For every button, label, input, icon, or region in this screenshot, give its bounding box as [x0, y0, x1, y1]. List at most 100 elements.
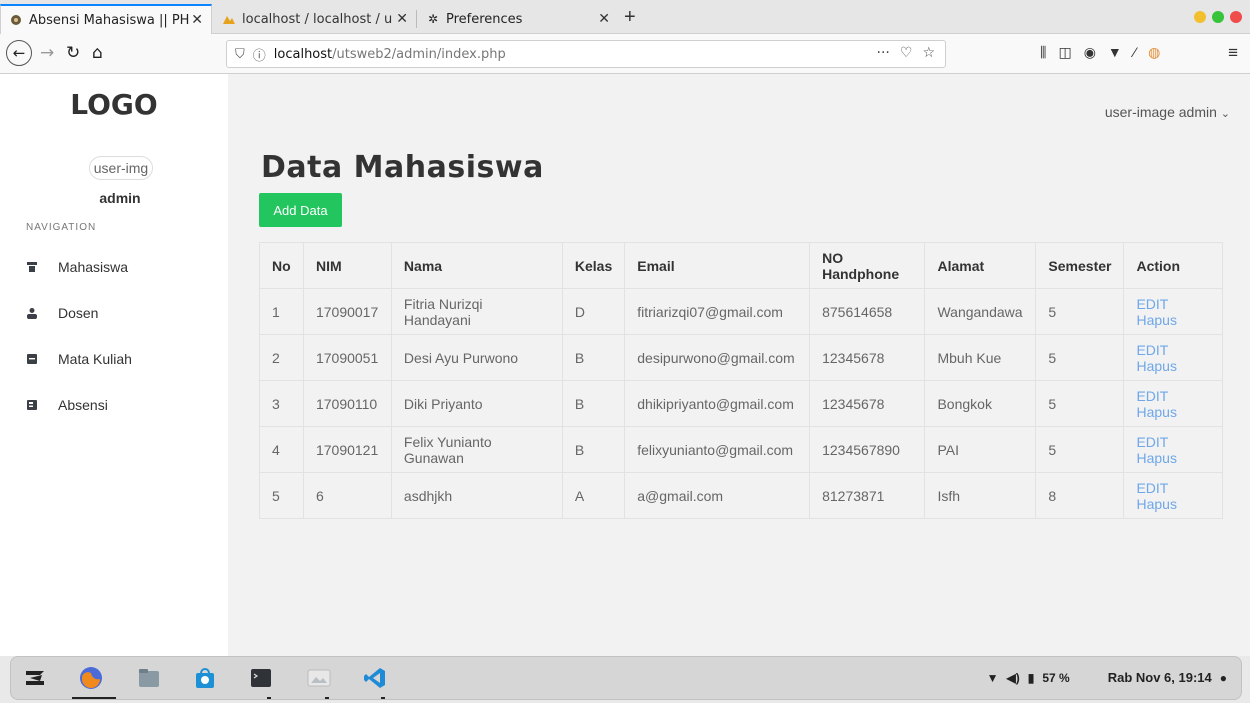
sidebar-toggle-icon[interactable]: ◫ [1058, 44, 1071, 61]
edit-link[interactable]: EDIT [1136, 388, 1168, 404]
library-icon[interactable]: ⫼ [1040, 44, 1046, 61]
avatar: user-img [89, 156, 153, 180]
cell-nama: Felix Yunianto Gunawan [390, 426, 563, 473]
sidebar-item-absensi[interactable]: Absensi [26, 394, 216, 416]
edit-link[interactable]: EDIT [1136, 296, 1168, 312]
url-bar[interactable]: ⛉ ⓘ localhost/utsweb2/admin/index.php ··… [226, 40, 946, 68]
zorin-menu-icon[interactable] [21, 665, 49, 691]
cell-phone: 875614658 [809, 288, 926, 335]
extension-shield-icon[interactable]: ◍ [1148, 44, 1160, 61]
table-row: 1 17090017 Fitria Nurizqi Handayani D fi… [259, 288, 1223, 335]
home-button[interactable]: ⌂ [92, 43, 103, 63]
sidebar: LOGO user-img admin NAVIGATION Mahasiswa… [0, 74, 228, 656]
sidebar-item-label: Mata Kuliah [58, 351, 132, 367]
tab-preferences[interactable]: ✲ Preferences ✕ [418, 4, 618, 34]
edit-link[interactable]: EDIT [1136, 434, 1168, 450]
delete-link[interactable]: Hapus [1136, 358, 1176, 374]
running-indicator [325, 697, 329, 699]
maximize-button[interactable] [1212, 11, 1224, 23]
cell-nim: 17090110 [302, 380, 392, 427]
book-icon [26, 353, 38, 365]
close-tab-icon[interactable]: ✕ [396, 11, 408, 27]
table-row: 4 17090121 Felix Yunianto Gunawan B feli… [259, 426, 1223, 473]
back-button[interactable]: ← [6, 40, 32, 66]
new-tab-button[interactable]: + [624, 6, 636, 29]
minimize-button[interactable] [1194, 11, 1206, 23]
firefox-icon[interactable] [77, 665, 105, 691]
column-header: Kelas [561, 242, 626, 289]
main-content: user-image admin ⌄ Data Mahasiswa Add Da… [228, 74, 1250, 656]
sidebar-item-dosen[interactable]: Dosen [26, 302, 216, 324]
tab-title: Preferences [446, 11, 523, 27]
tab-title: localhost / localhost / uts [242, 11, 392, 27]
cell-kelas: A [561, 472, 626, 519]
delete-link[interactable]: Hapus [1136, 312, 1176, 328]
cell-alamat: Isfh [924, 472, 1037, 519]
clock[interactable]: Rab Nov 6, 19:14 [1108, 670, 1212, 685]
page-actions-icon[interactable]: ··· [877, 45, 890, 61]
cell-no: 1 [259, 288, 304, 335]
delete-link[interactable]: Hapus [1136, 450, 1176, 466]
user-image: user-image [1104, 104, 1175, 120]
bookmark-star-icon[interactable]: ☆ [922, 45, 935, 61]
table-row: 2 17090051 Desi Ayu Purwono B desipurwon… [259, 334, 1223, 381]
person-icon [26, 307, 38, 319]
cell-semester: 5 [1035, 288, 1125, 335]
sidebar-item-mahasiswa[interactable]: Mahasiswa [26, 256, 216, 278]
column-header: Action [1123, 242, 1223, 289]
url-path: /utsweb2/admin/index.php [332, 46, 506, 62]
close-tab-icon[interactable]: ✕ [598, 11, 610, 27]
edit-link[interactable]: EDIT [1136, 480, 1168, 496]
wifi-icon[interactable]: ▼ [987, 671, 999, 685]
forward-button[interactable]: → [40, 43, 54, 63]
pocket-icon[interactable]: ♡ [900, 45, 913, 61]
sidebar-item-label: Dosen [58, 305, 99, 321]
screenshot-icon[interactable] [305, 665, 333, 691]
tab-phpmyadmin[interactable]: localhost / localhost / uts ✕ [214, 4, 416, 34]
battery-icon[interactable]: ▮ [1028, 671, 1035, 685]
software-store-icon[interactable] [191, 665, 219, 691]
close-tab-icon[interactable]: ✕ [191, 12, 203, 28]
sidebar-user-name: admin [99, 190, 141, 206]
page-title: Data Mahasiswa [261, 150, 544, 185]
cell-kelas: B [561, 334, 626, 381]
table-header-row: No NIM Nama Kelas Email NO Handphone Ala… [259, 242, 1223, 289]
delete-link[interactable]: Hapus [1136, 496, 1176, 512]
cell-kelas: B [561, 426, 626, 473]
terminal-icon[interactable] [247, 665, 275, 691]
extension-icon[interactable]: ▼ [1108, 44, 1122, 61]
sidebar-item-label: Mahasiswa [58, 259, 129, 275]
sidebar-item-mata-kuliah[interactable]: Mata Kuliah [26, 348, 216, 370]
phpmyadmin-icon [222, 12, 236, 26]
column-header: Alamat [924, 242, 1037, 289]
account-icon[interactable]: ◉ [1084, 44, 1096, 61]
reload-button[interactable]: ↻ [66, 43, 80, 63]
user-menu[interactable]: user-image admin ⌄ [1105, 104, 1230, 120]
cell-nim: 17090051 [302, 334, 392, 381]
vscode-icon[interactable] [361, 665, 389, 691]
cell-action: EDIT Hapus [1123, 472, 1223, 519]
cell-no: 3 [259, 380, 304, 427]
column-header: Nama [390, 242, 563, 289]
info-icon[interactable]: ⓘ [253, 45, 266, 64]
edit-link[interactable]: EDIT [1136, 342, 1168, 358]
add-data-button[interactable]: Add Data [259, 193, 342, 227]
hamburger-menu-icon[interactable]: ≡ [1228, 43, 1238, 63]
files-icon[interactable] [135, 665, 163, 691]
shield-icon[interactable]: ⛉ [235, 47, 245, 62]
cell-kelas: D [561, 288, 626, 335]
tab-absensi[interactable]: Absensi Mahasiswa || PHI ✕ [0, 4, 212, 34]
close-window-button[interactable] [1230, 11, 1242, 23]
cell-nama: asdhjkh [390, 472, 563, 519]
cell-phone: 81273871 [809, 472, 926, 519]
cell-kelas: B [561, 380, 626, 427]
volume-icon[interactable]: ◀) [1007, 671, 1020, 685]
cell-alamat: Bongkok [924, 380, 1037, 427]
browser-tab-bar: Absensi Mahasiswa || PHI ✕ localhost / l… [0, 0, 1250, 34]
cell-no: 5 [259, 472, 304, 519]
header-user-name: admin [1178, 104, 1217, 120]
eyedropper-icon[interactable]: ⁄ [1134, 44, 1136, 61]
cell-nama: Diki Priyanto [390, 380, 563, 427]
cell-email: dhikipriyanto@gmail.com [624, 380, 811, 427]
delete-link[interactable]: Hapus [1136, 404, 1176, 420]
